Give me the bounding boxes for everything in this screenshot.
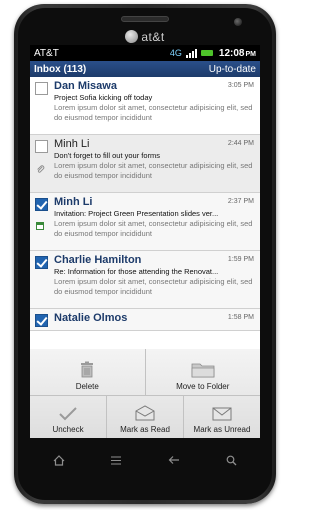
calendar-icon	[36, 222, 44, 230]
message-subject: Invitation: Project Green Presentation s…	[54, 209, 219, 218]
message-checkbox[interactable]	[35, 140, 48, 153]
message-list: Dan Misawa 3:05 PM Project Sofia kicking…	[30, 77, 260, 331]
action-row-bottom: Uncheck Mark as Read Mark as Unread	[30, 395, 260, 438]
message-date: 2:37 PM	[227, 198, 254, 205]
message-checkbox[interactable]	[35, 314, 48, 327]
uncheck-label: Uncheck	[52, 425, 84, 434]
back-icon[interactable]	[159, 450, 189, 470]
message-sender: Natalie Olmos	[54, 312, 128, 324]
envelope-icon	[212, 407, 232, 421]
action-row-top: Delete Move to Folder	[30, 349, 260, 395]
message-sender: Charlie Hamilton	[54, 254, 142, 266]
clock-time: 12:08	[218, 47, 245, 59]
search-icon[interactable]	[216, 450, 246, 470]
message-preview: Lorem ipsum dolor sit amet, consectetur …	[54, 219, 253, 238]
front-camera	[234, 18, 242, 26]
open-envelope-icon	[135, 405, 155, 421]
signal-icon	[185, 48, 197, 58]
message-subject: Project Sofia kicking off today	[54, 93, 153, 102]
carrier-name: AT&T	[34, 47, 59, 59]
screen: AT&T 4G 12:08PM Inbox (113) Up-to-date D…	[30, 45, 260, 438]
mark-as-unread-label: Mark as Unread	[193, 425, 251, 434]
trash-icon	[81, 361, 94, 378]
menu-icon[interactable]	[101, 450, 131, 470]
message-checkbox[interactable]	[35, 198, 48, 211]
mark-as-read-button[interactable]: Mark as Read	[107, 396, 184, 438]
message-row[interactable]: Minh Li 2:44 PM Don't forget to fill out…	[30, 135, 260, 193]
uncheck-button[interactable]: Uncheck	[30, 396, 107, 438]
message-sender: Dan Misawa	[54, 80, 117, 92]
message-date: 2:44 PM	[227, 140, 254, 147]
message-subject: Don't forget to fill out your forms	[54, 151, 161, 160]
message-subject: Re: Information for those attending the …	[54, 267, 219, 276]
sync-status: Up-to-date	[208, 63, 256, 75]
hardware-nav-bar	[30, 440, 260, 480]
message-row[interactable]: Natalie Olmos 1:58 PM	[30, 309, 260, 331]
brand-logo: at&t	[14, 30, 276, 44]
clock-ampm: PM	[245, 50, 257, 58]
message-sender: Minh Li	[54, 196, 93, 208]
mark-as-read-label: Mark as Read	[120, 425, 170, 434]
clock: 12:08PM	[219, 48, 256, 59]
message-date: 3:05 PM	[227, 82, 254, 89]
brand-name: at&t	[141, 30, 165, 44]
network-type: 4G	[169, 48, 182, 58]
message-row[interactable]: Charlie Hamilton 1:59 PM Re: Information…	[30, 251, 260, 309]
status-icons: 4G	[170, 48, 213, 58]
checkmark-icon	[59, 407, 77, 421]
paperclip-icon	[36, 165, 45, 174]
delete-label: Delete	[75, 382, 99, 391]
message-date: 1:58 PM	[227, 314, 254, 321]
move-to-folder-button[interactable]: Move to Folder	[146, 349, 261, 395]
inbox-title: Inbox (113)	[34, 63, 87, 75]
action-panel: Delete Move to Folder Uncheck Mark as Re…	[30, 349, 260, 438]
status-bar: AT&T 4G 12:08PM	[30, 45, 260, 61]
message-row[interactable]: Minh Li 2:37 PM Invitation: Project Gree…	[30, 193, 260, 251]
message-checkbox[interactable]	[35, 256, 48, 269]
home-icon[interactable]	[44, 450, 74, 470]
message-preview: Lorem ipsum dolor sit amet, consectetur …	[54, 161, 253, 180]
message-checkbox[interactable]	[35, 82, 48, 95]
folder-icon	[191, 363, 215, 378]
message-date: 1:59 PM	[227, 256, 254, 263]
mark-as-unread-button[interactable]: Mark as Unread	[184, 396, 260, 438]
message-preview: Lorem ipsum dolor sit amet, consectetur …	[54, 103, 253, 122]
att-globe-icon	[125, 30, 139, 43]
inbox-header: Inbox (113) Up-to-date	[30, 61, 260, 77]
delete-button[interactable]: Delete	[30, 349, 146, 395]
battery-icon	[200, 50, 213, 56]
message-row[interactable]: Dan Misawa 3:05 PM Project Sofia kicking…	[30, 77, 260, 135]
move-to-folder-label: Move to Folder	[176, 382, 230, 391]
earpiece	[121, 16, 169, 22]
message-preview: Lorem ipsum dolor sit amet, consectetur …	[54, 277, 253, 296]
message-sender: Minh Li	[54, 138, 90, 150]
